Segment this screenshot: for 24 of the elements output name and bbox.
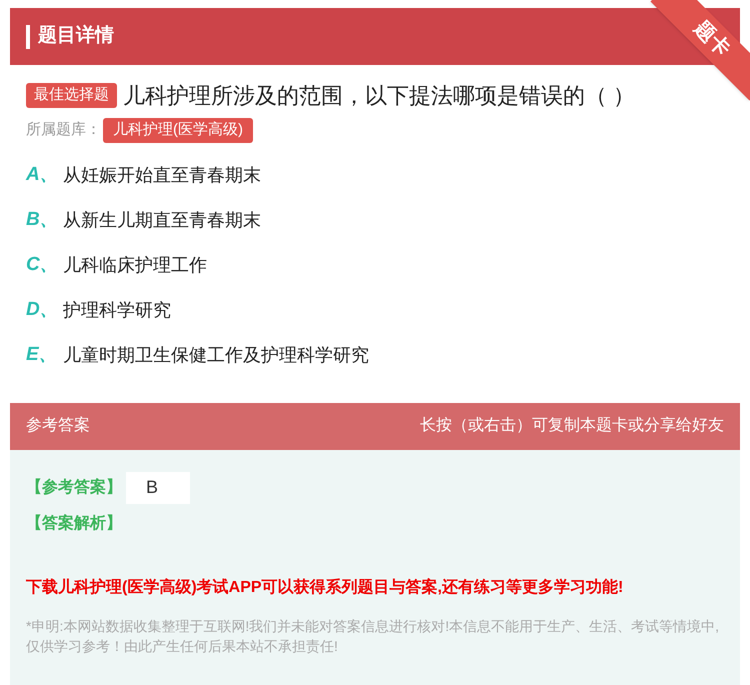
title-marker [26,24,30,48]
answer-value: B [126,472,190,504]
ribbon-label: 题卡 [689,16,735,63]
disclaimer-text: *申明:本网站数据收集整理于互联网!我们并未能对答案信息进行核对!本信息不能用于生产、生活、考试等情境中,仅供学习参考！由此产生任何后果本站不承担责任! [26,616,720,656]
option-letter: C、 [26,253,60,278]
option-text: 儿童时期卫生保健工作及护理科学研究 [63,344,369,367]
option-text: 从新生儿期直至青春期末 [63,209,261,232]
question-type-tag: 最佳选择题 [26,83,117,108]
promo-text: 下载儿科护理(医学高级)考试APP可以获得系列题目与答案,还有练习等更多学习功能! [26,577,624,598]
option-letter: D、 [26,298,60,322]
answer-header-title: 参考答案 [26,415,90,436]
option-letter: E、 [26,343,59,368]
header-title: 题目详情 [38,24,114,48]
question-text: 儿科护理所涉及的范围，以下提法哪项是错误的（ ） [123,82,636,110]
bank-label: 所属题库： [26,120,101,140]
analysis-label: 【答案解析】 [26,513,123,534]
option-text: 从妊娠开始直至青春期末 [63,164,261,187]
option-text: 儿科临床护理工作 [63,254,207,277]
share-hint: 长按（或右击）可复制本题卡或分享给好友 [420,416,724,436]
option-letter: A、 [26,163,60,188]
option-text: 护理科学研究 [63,299,171,322]
option-letter: B、 [26,208,60,232]
answer-label: 【参考答案】 [26,477,122,498]
bank-tag: 儿科护理(医学高级) [103,118,253,142]
